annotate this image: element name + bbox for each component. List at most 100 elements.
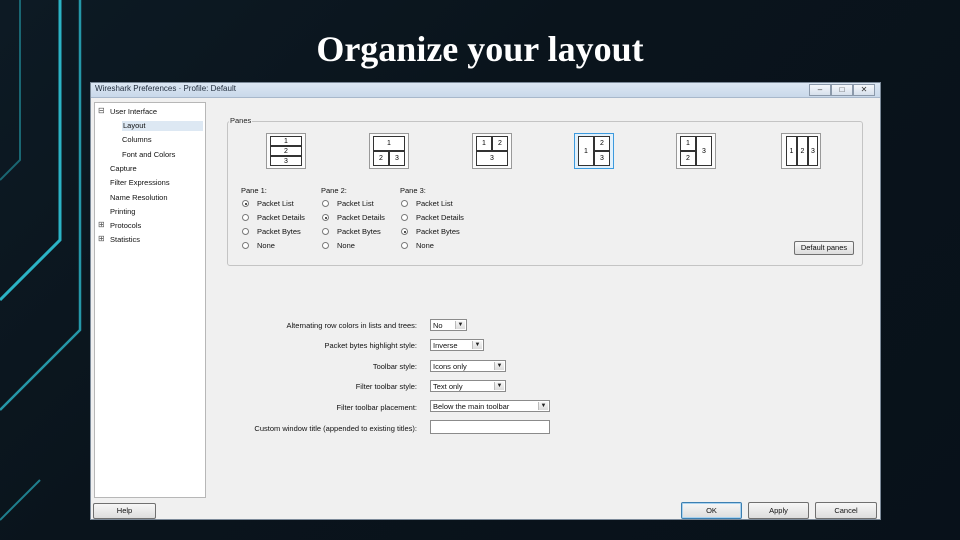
option-label: Packet Bytes (416, 227, 460, 236)
pane3-label: Pane 3: (400, 186, 426, 195)
radio-icon (322, 242, 329, 249)
layout-option-split-left[interactable]: 1 2 3 (676, 133, 716, 169)
preferences-tree: ⊟ User Interface Layout Columns Font and… (94, 102, 206, 498)
tree-item-capture[interactable]: Capture (110, 164, 137, 174)
option-label: None (257, 241, 275, 250)
tree-item-user-interface[interactable]: User Interface (110, 107, 157, 117)
option-label: None (416, 241, 434, 250)
layout-cell: 3 (270, 156, 302, 166)
tree-item-columns[interactable]: Columns (122, 135, 152, 145)
custom-title-label: Custom window title (appended to existin… (254, 424, 417, 433)
tree-item-filter-expressions[interactable]: Filter Expressions (110, 178, 170, 188)
option-label: None (337, 241, 355, 250)
layout-cell: 2 (797, 136, 808, 166)
layout-cell: 3 (476, 151, 508, 166)
radio-icon (401, 214, 408, 221)
expand-icon[interactable]: ⊞ (98, 220, 105, 230)
layout-cell: 2 (492, 136, 508, 151)
option-label: Packet List (416, 199, 453, 208)
cancel-button[interactable]: Cancel (815, 502, 877, 519)
option-label: Packet Bytes (257, 227, 301, 236)
layout-cell: 2 (594, 136, 610, 151)
pane2-label: Pane 2: (321, 186, 347, 195)
title-bar: Wireshark Preferences · Profile: Default… (91, 83, 880, 98)
toolbar-style-select[interactable]: Icons only ▼ (430, 360, 506, 372)
tree-item-protocols[interactable]: Protocols (110, 221, 141, 231)
layout-cell: 1 (476, 136, 492, 151)
toolbar-style-label: Toolbar style: (372, 362, 417, 371)
tree-item-layout[interactable]: Layout (122, 121, 203, 131)
default-panes-button[interactable]: Default panes (794, 241, 854, 255)
radio-icon (242, 200, 249, 207)
pane3-group: Pane 3: Packet List Packet Details Packe… (400, 186, 475, 250)
alternating-rows-select[interactable]: No ▼ (430, 319, 467, 331)
ok-button[interactable]: OK (681, 502, 742, 519)
dropdown-arrow-icon: ▼ (494, 362, 504, 370)
pane1-label: Pane 1: (241, 186, 267, 195)
layout-cell: 2 (680, 151, 696, 166)
filter-placement-select[interactable]: Below the main toolbar ▼ (430, 400, 550, 412)
layout-option-stacked[interactable]: 1 2 3 (266, 133, 306, 169)
tree-item-printing[interactable]: Printing (110, 207, 135, 217)
dropdown-arrow-icon: ▼ (472, 341, 482, 349)
radio-icon (401, 228, 408, 235)
layout-cell: 3 (389, 151, 405, 166)
panes-group-label: Panes (229, 116, 253, 125)
option-label: Packet List (337, 199, 374, 208)
radio-icon (401, 242, 408, 249)
dropdown-arrow-icon: ▼ (455, 321, 465, 329)
radio-icon (322, 214, 329, 221)
preferences-window: Wireshark Preferences · Profile: Default… (90, 82, 881, 520)
tree-item-font-colors[interactable]: Font and Colors (122, 150, 175, 160)
expand-icon[interactable]: ⊞ (98, 234, 105, 244)
layout-cell: 3 (696, 136, 712, 166)
option-label: Packet Details (257, 213, 305, 222)
radio-icon (401, 200, 408, 207)
select-value: Icons only (433, 362, 467, 371)
dropdown-arrow-icon: ▼ (538, 402, 548, 410)
maximize-button[interactable]: □ (831, 84, 853, 96)
layout-cell: 1 (578, 136, 594, 166)
layout-cell: 2 (270, 146, 302, 156)
layout-cell: 3 (594, 151, 610, 166)
window-title: Wireshark Preferences · Profile: Default (95, 84, 236, 93)
highlight-style-select[interactable]: Inverse ▼ (430, 339, 484, 351)
select-value: No (433, 321, 443, 330)
layout-cell: 1 (680, 136, 696, 151)
help-button[interactable]: Help (93, 503, 156, 519)
select-value: Inverse (433, 341, 458, 350)
tree-item-name-resolution[interactable]: Name Resolution (110, 193, 168, 203)
slide-title: Organize your layout (316, 29, 644, 69)
custom-title-input[interactable] (430, 420, 550, 434)
layout-cell: 2 (373, 151, 389, 166)
layout-option-split-top[interactable]: 1 2 3 (472, 133, 512, 169)
pane1-group: Pane 1: Packet List Packet Details Packe… (241, 186, 316, 250)
layout-cell: 1 (270, 136, 302, 146)
close-button[interactable]: ✕ (853, 84, 875, 96)
filter-toolbar-style-label: Filter toolbar style: (355, 382, 417, 391)
filter-placement-label: Filter toolbar placement: (336, 403, 417, 412)
radio-icon (242, 214, 249, 221)
option-label: Packet Bytes (337, 227, 381, 236)
option-label: Packet Details (416, 213, 464, 222)
tree-item-statistics[interactable]: Statistics (110, 235, 140, 245)
highlight-style-label: Packet bytes highlight style: (324, 341, 417, 350)
filter-toolbar-style-select[interactable]: Text only ▼ (430, 380, 506, 392)
minimize-button[interactable]: – (809, 84, 831, 96)
radio-icon (242, 228, 249, 235)
layout-option-columns[interactable]: 1 2 3 (781, 133, 821, 169)
layout-cell: 1 (786, 136, 797, 166)
alternating-rows-label: Alternating row colors in lists and tree… (286, 321, 417, 330)
apply-button[interactable]: Apply (748, 502, 809, 519)
layout-option-left-split-right[interactable]: 1 2 3 (574, 133, 614, 169)
option-label: Packet Details (337, 213, 385, 222)
radio-icon (322, 200, 329, 207)
option-label: Packet List (257, 199, 294, 208)
layout-cell: 3 (808, 136, 818, 166)
pane2-group: Pane 2: Packet List Packet Details Packe… (321, 186, 396, 250)
layout-option-top-split-bottom[interactable]: 1 2 3 (369, 133, 409, 169)
select-value: Text only (433, 382, 463, 391)
layout-cell: 1 (373, 136, 405, 151)
radio-icon (242, 242, 249, 249)
collapse-icon[interactable]: ⊟ (98, 106, 105, 116)
